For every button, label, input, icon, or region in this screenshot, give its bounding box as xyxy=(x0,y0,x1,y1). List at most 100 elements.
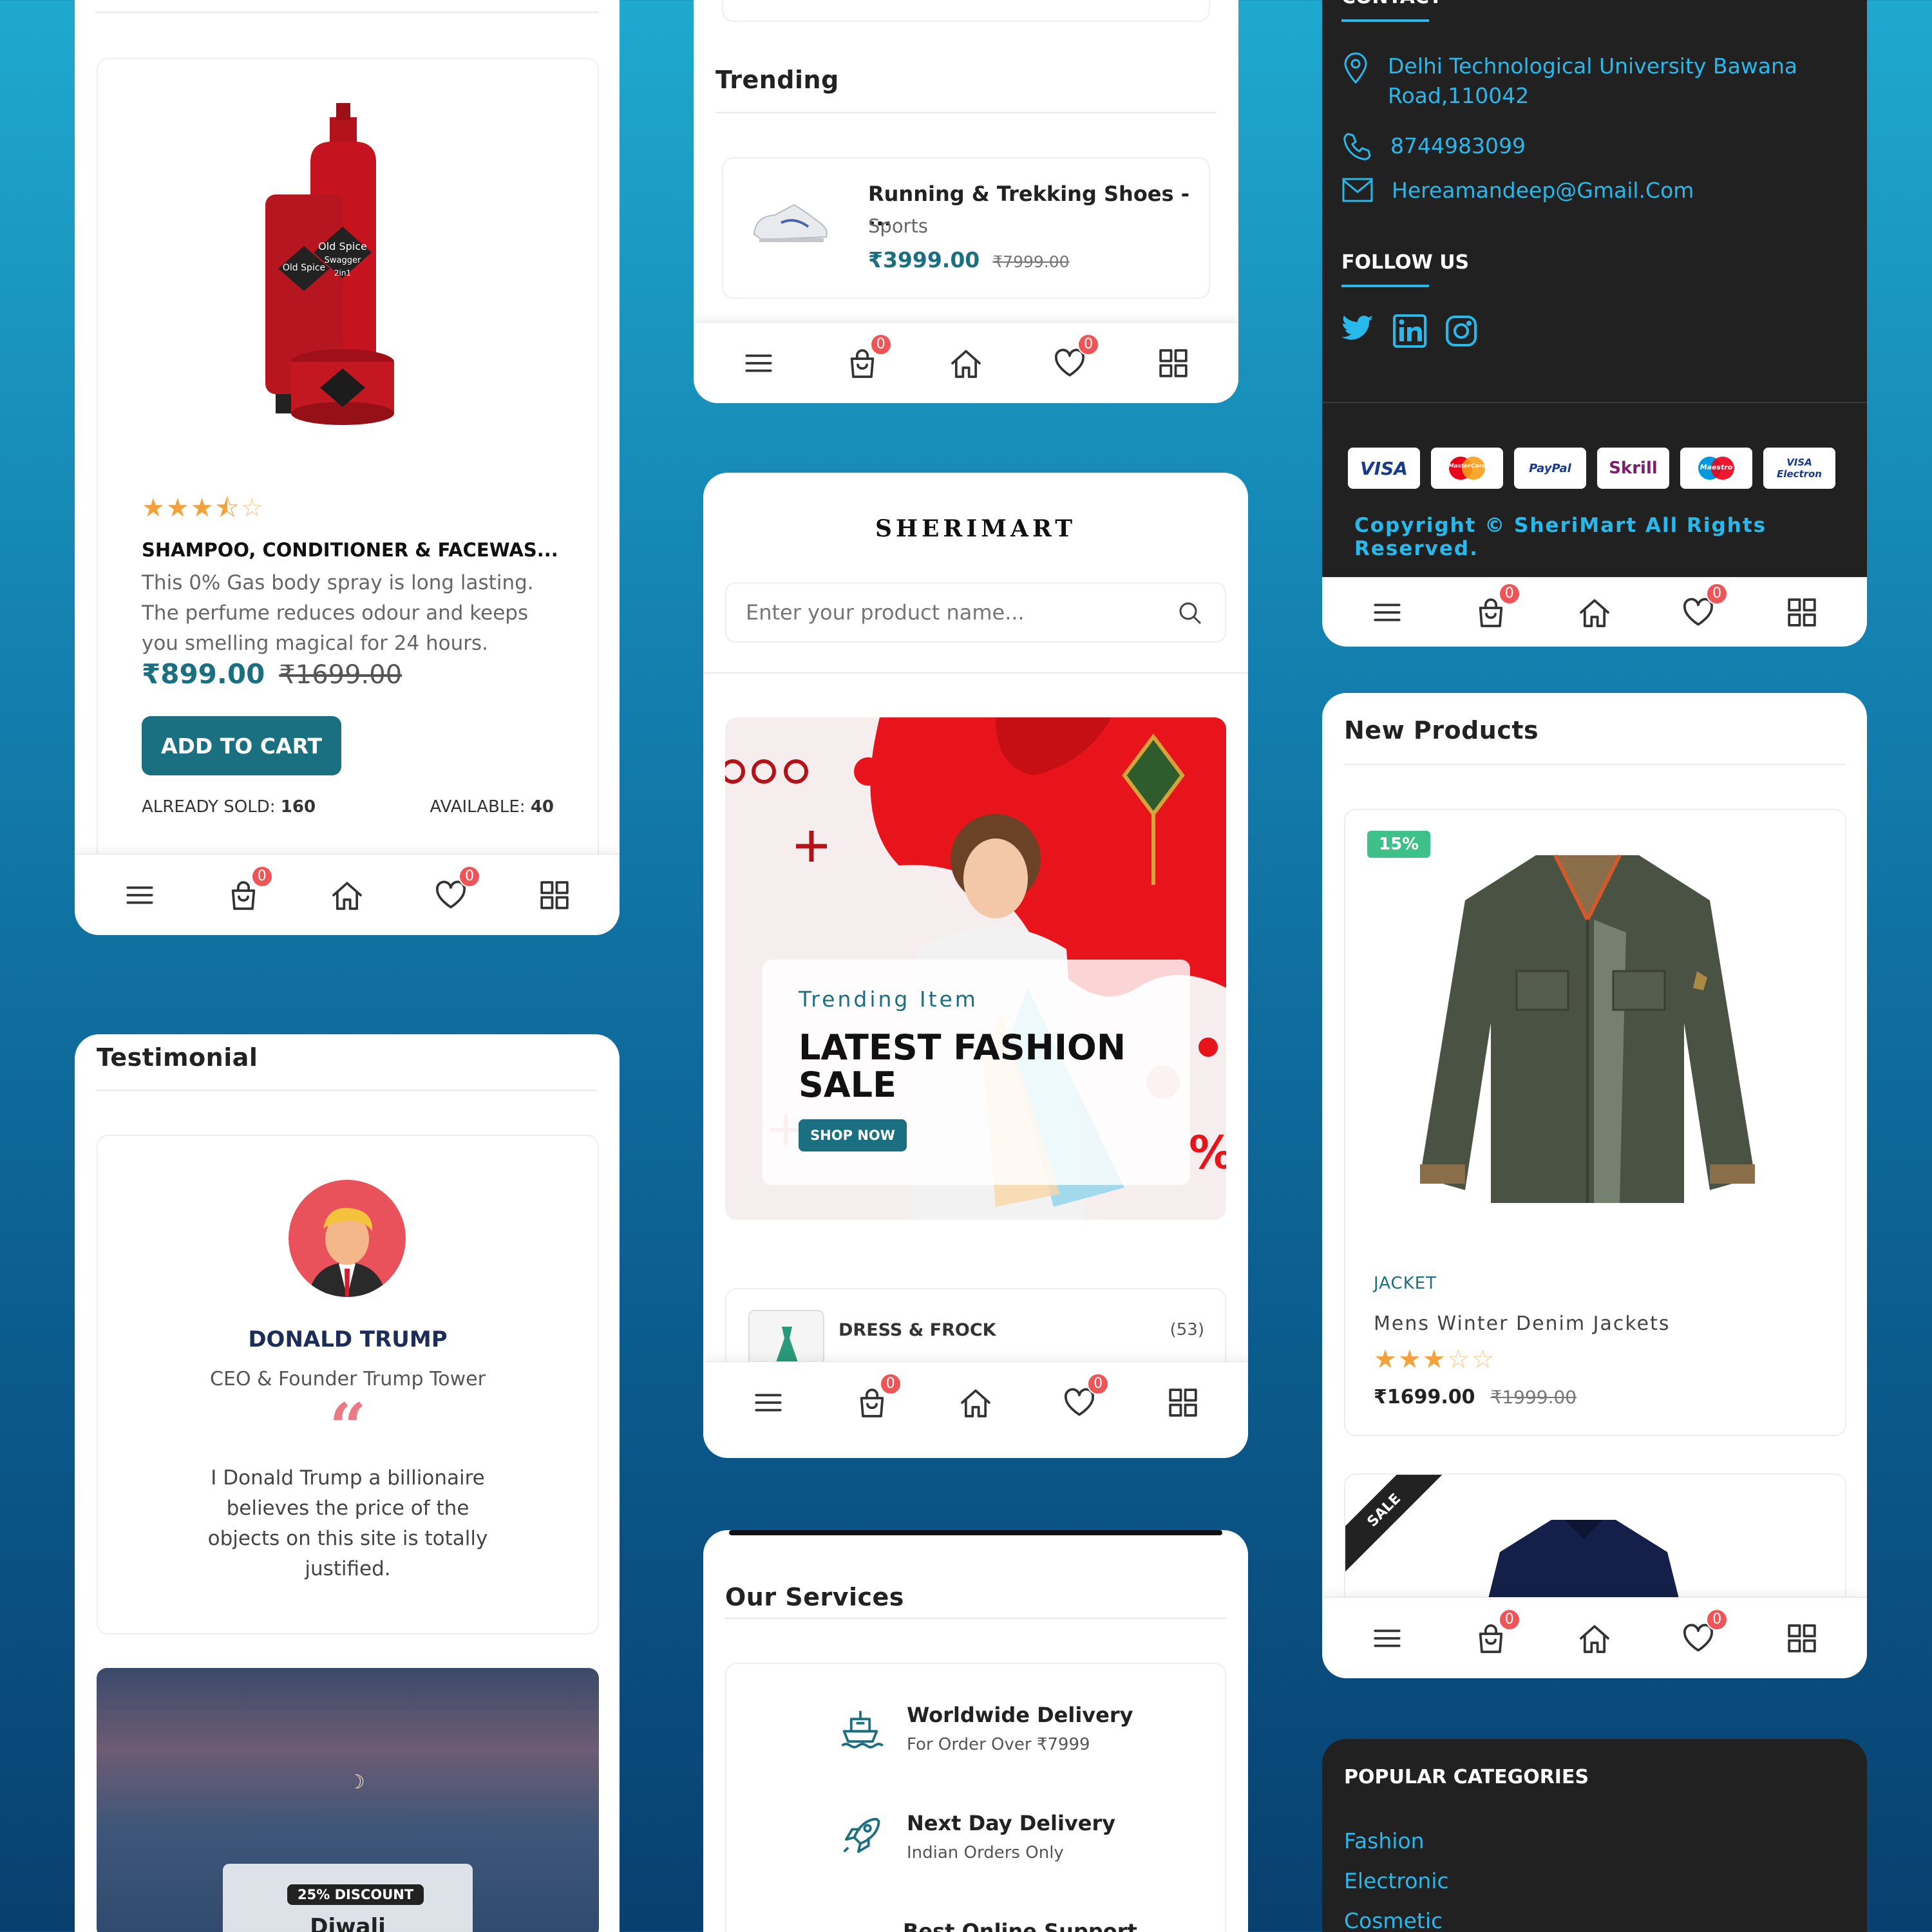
twitter-icon[interactable] xyxy=(1341,314,1375,344)
visa-logo: VISA xyxy=(1348,448,1420,489)
phone-row[interactable]: 8744983099 xyxy=(1341,130,1526,161)
hero-banner[interactable]: % Trending Item LATEST FASHION SALE SHOP… xyxy=(725,717,1226,1220)
linkedin-icon[interactable] xyxy=(1393,314,1426,348)
grid-button[interactable] xyxy=(1162,1382,1204,1423)
banner-title: LATEST FASHION SALE xyxy=(799,1027,1126,1105)
menu-button[interactable] xyxy=(738,343,779,384)
cart-badge: 0 xyxy=(879,1372,902,1395)
services-card: Worldwide Delivery For Order Over ₹7999 … xyxy=(725,1663,1226,1932)
cart-button[interactable]: 0 xyxy=(223,865,273,916)
svg-text:Swagger: Swagger xyxy=(325,256,361,265)
grid-button[interactable] xyxy=(1781,1618,1823,1659)
price-row: ₹1699.00 ₹1999.00 xyxy=(1374,1386,1577,1408)
phone-services: Our Services Worldwide Delivery For Orde… xyxy=(703,1530,1248,1932)
cart-button[interactable]: 0 xyxy=(1470,1608,1520,1659)
address-row[interactable]: Delhi Technological University Bawana Ro… xyxy=(1341,52,1797,111)
product-name[interactable]: Mens Winter Denim Jackets xyxy=(1374,1312,1671,1335)
menu-icon xyxy=(745,354,772,372)
rocket-icon xyxy=(843,1817,880,1853)
contact-heading: CONTACT xyxy=(1341,0,1442,8)
new-products-title: New Products xyxy=(1344,716,1539,744)
person-avatar-icon xyxy=(308,1208,386,1297)
cart-button[interactable]: 0 xyxy=(1470,582,1520,633)
price: ₹899.00 xyxy=(142,658,265,690)
service-subtitle: Indian Orders Only xyxy=(907,1843,1064,1862)
menu-icon xyxy=(1374,603,1401,621)
home-button[interactable] xyxy=(955,1382,996,1423)
trending-item-category: Sports xyxy=(868,215,928,237)
wishlist-button[interactable]: 0 xyxy=(1059,1372,1110,1423)
wishlist-button[interactable]: 0 xyxy=(1678,1608,1728,1659)
product-title[interactable]: SHAMPOO, CONDITIONER & FACEWAS... xyxy=(142,539,558,561)
address-line-2: Road,110042 xyxy=(1388,83,1530,108)
bottom-nav: 0 0 xyxy=(1322,577,1867,647)
sale-ribbon: SALE xyxy=(1345,1475,1455,1581)
wishlist-button[interactable]: 0 xyxy=(1678,582,1728,633)
rating-stars: ★★★☆☆ xyxy=(1374,1345,1495,1374)
home-button[interactable] xyxy=(1574,1618,1615,1659)
grid-icon xyxy=(1788,1624,1817,1653)
home-icon xyxy=(951,349,981,378)
price: ₹1699.00 xyxy=(1374,1386,1475,1408)
category-link-electronic[interactable]: Electronic xyxy=(1344,1861,1449,1901)
home-button[interactable] xyxy=(945,343,987,384)
moon-icon: ☽ xyxy=(348,1771,365,1794)
service-title: Worldwide Delivery xyxy=(907,1703,1133,1727)
star-icon: ★★★ xyxy=(142,493,215,523)
mastercard-logo: MasterCard xyxy=(1431,448,1503,489)
menu-button[interactable] xyxy=(748,1382,789,1423)
grid-button[interactable] xyxy=(1153,343,1194,384)
divider xyxy=(725,1618,1226,1619)
visa-electron-logo: VISA Electron xyxy=(1763,448,1835,489)
trending-item[interactable]: Running & Trekking Shoes - ... Sports ₹3… xyxy=(722,157,1210,299)
search-input[interactable] xyxy=(746,596,1158,629)
cart-badge: 0 xyxy=(869,333,892,355)
menu-button[interactable] xyxy=(1367,1618,1408,1659)
testimonial-quote: I Donald Trump a billionaire believes th… xyxy=(207,1466,488,1580)
divider xyxy=(715,112,1217,113)
search-box[interactable] xyxy=(725,582,1226,643)
home-icon xyxy=(332,881,362,910)
phone-popular: POPULAR CATEGORIES Fashion Electronic Co… xyxy=(1322,1739,1867,1932)
category-link-cosmetic[interactable]: Cosmetic xyxy=(1344,1901,1449,1932)
menu-button[interactable] xyxy=(1367,592,1408,633)
grid-button[interactable] xyxy=(534,875,575,916)
sold-count: ALREADY SOLD: 160 xyxy=(142,797,316,817)
instagram-icon[interactable] xyxy=(1444,314,1478,348)
email-row[interactable]: Hereamandeep@Gmail.Com xyxy=(1341,177,1694,203)
product-image: Old Spice Old Spice Swagger 2in1 xyxy=(265,103,394,425)
maestro-logo: Maestro xyxy=(1680,448,1752,489)
stock-row: ALREADY SOLD: 160 AVAILABLE: 40 xyxy=(142,797,554,817)
discount-badge: 25% DISCOUNT xyxy=(287,1884,424,1905)
home-button[interactable] xyxy=(1574,592,1615,633)
add-to-cart-button[interactable]: ADD TO CART xyxy=(142,716,341,775)
search-icon[interactable] xyxy=(1177,600,1203,626)
wishlist-button[interactable]: 0 xyxy=(1049,333,1100,384)
site-logo[interactable]: SHERIMART xyxy=(703,515,1248,542)
product-card[interactable]: Old Spice Old Spice Swagger 2in1 ★★★⯪☆ S… xyxy=(97,58,599,895)
grid-button[interactable] xyxy=(1781,592,1823,633)
follow-heading: FOLLOW US xyxy=(1341,251,1470,274)
discount-banner[interactable]: ☽ 25% DISCOUNT Diwali xyxy=(97,1668,599,1932)
rating-stars: ★★★⯪☆ xyxy=(142,489,265,533)
home-button[interactable] xyxy=(327,875,368,916)
heading-underline xyxy=(1341,285,1429,287)
bottom-nav: 0 0 xyxy=(703,1361,1248,1443)
bottom-nav: 0 0 xyxy=(1322,1597,1867,1678)
product-category: JACKET xyxy=(1374,1274,1437,1293)
product-card[interactable]: 15% JACKET Mens Winter Denim Jackets ★★★… xyxy=(1344,809,1846,1436)
phone-number: 8744983099 xyxy=(1390,133,1526,158)
category-link-fashion[interactable]: Fashion xyxy=(1344,1821,1449,1861)
old-price: ₹7999.00 xyxy=(992,252,1070,271)
trending-title: Trending xyxy=(715,66,839,94)
cart-button[interactable]: 0 xyxy=(851,1372,902,1423)
heading-underline xyxy=(1341,19,1429,22)
social-row xyxy=(1341,314,1478,348)
cart-badge: 0 xyxy=(1498,582,1520,605)
cart-button[interactable]: 0 xyxy=(842,333,892,384)
shop-now-button[interactable]: SHOP NOW xyxy=(799,1119,907,1151)
wishlist-badge: 0 xyxy=(1077,333,1100,355)
menu-button[interactable] xyxy=(119,875,160,916)
wishlist-button[interactable]: 0 xyxy=(430,865,481,916)
wishlist-badge: 0 xyxy=(1087,1372,1110,1395)
